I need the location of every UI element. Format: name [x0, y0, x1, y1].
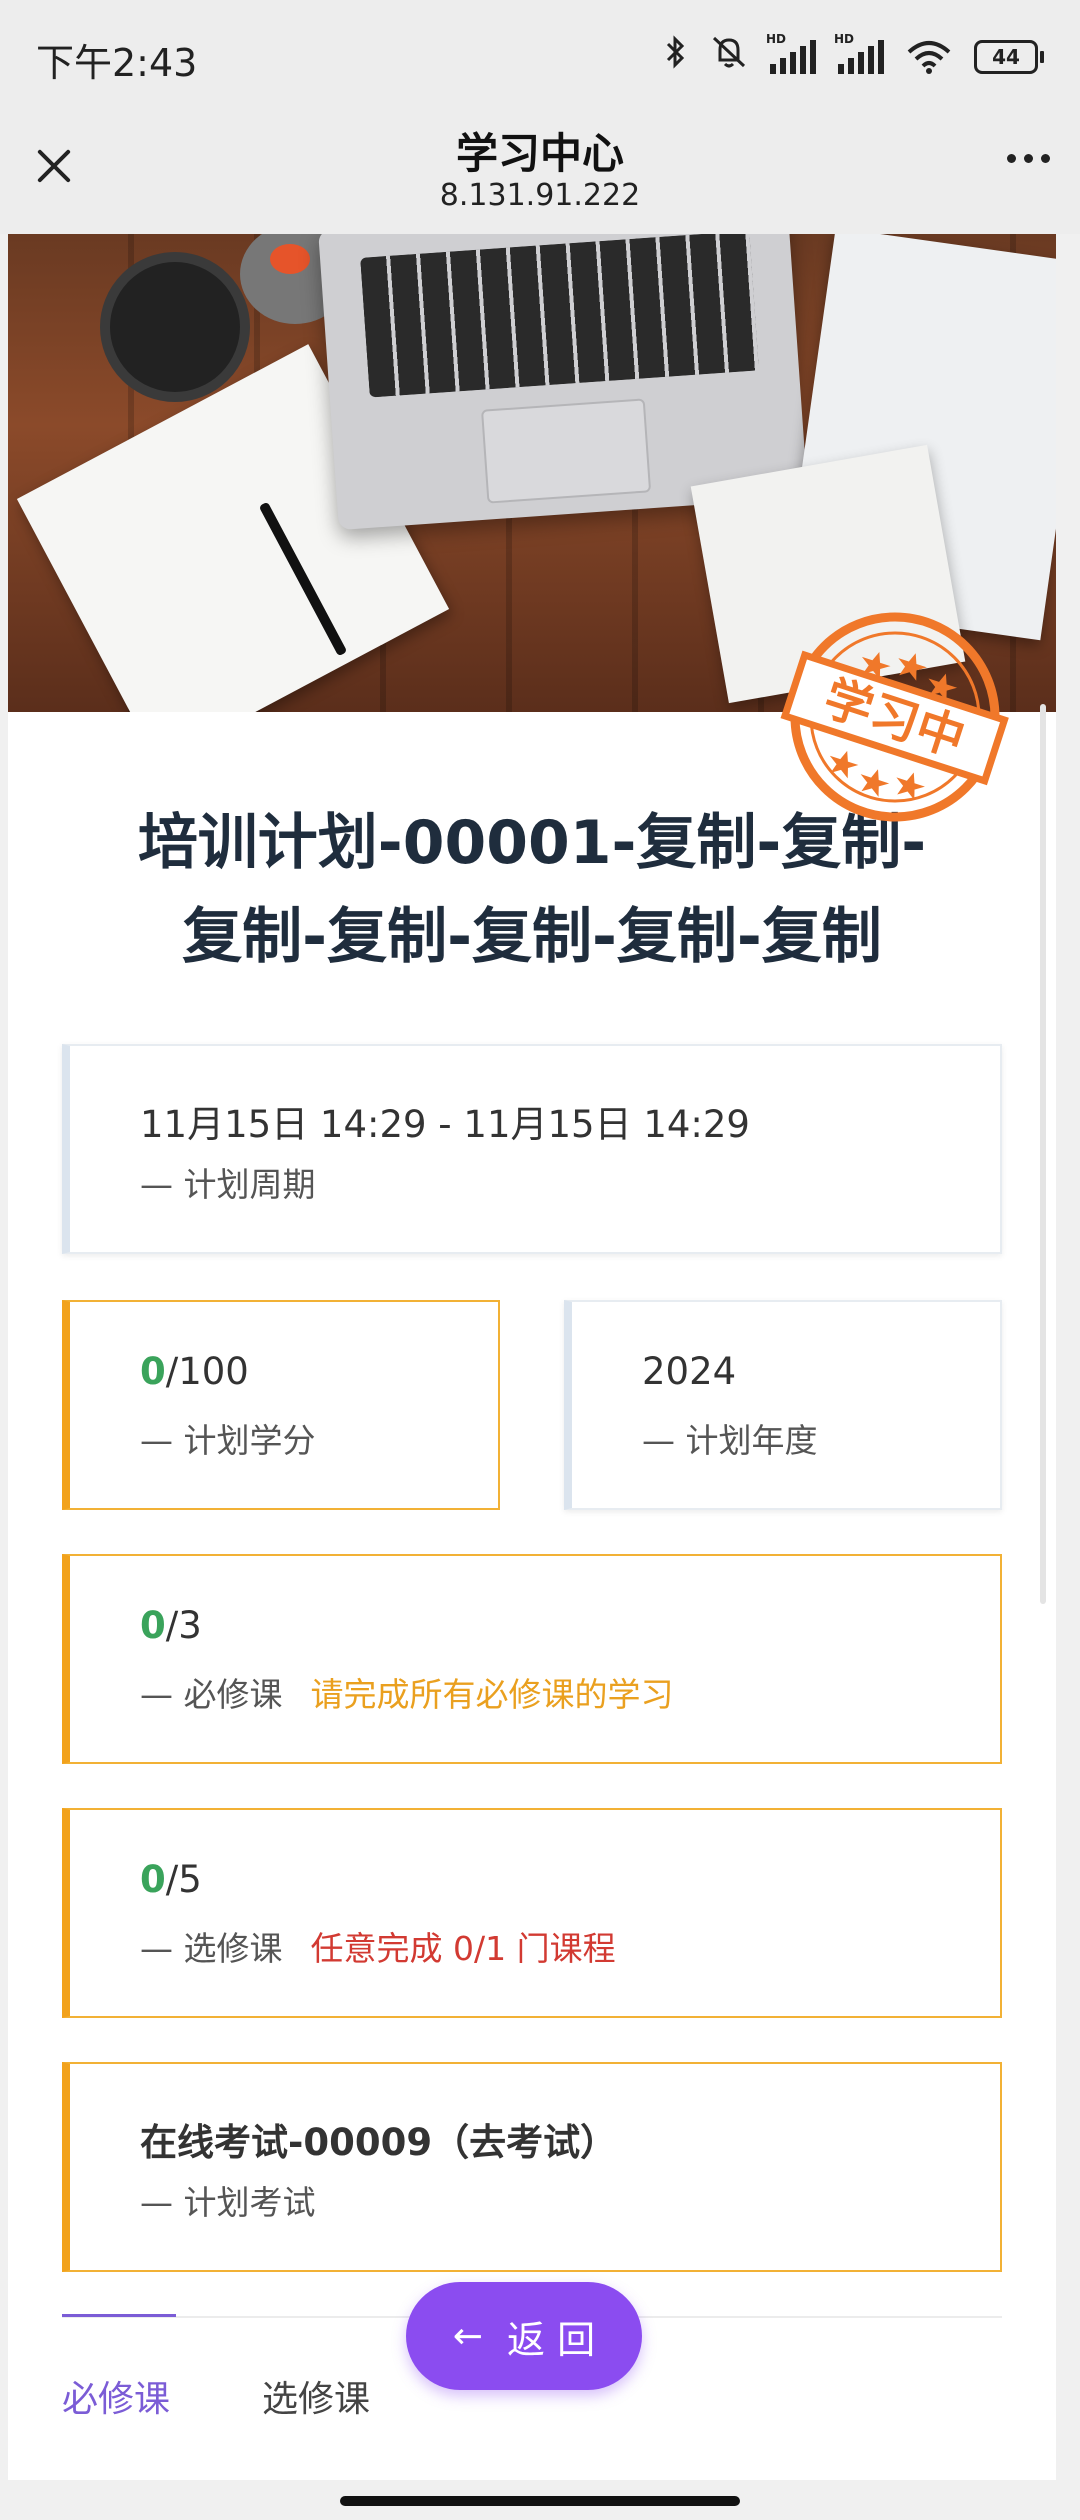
credits-value: 0/100 — [140, 1350, 249, 1393]
exam-label: — 计划考试 — [140, 2183, 316, 2222]
credits-card: 0/100 — 计划学分 — [62, 1300, 500, 1510]
required-courses-card[interactable]: 0/3 — 必修课 请完成所有必修课的学习 — [62, 1554, 1002, 1764]
tab-active-indicator — [62, 2314, 176, 2317]
home-indicator[interactable] — [340, 2496, 740, 2506]
signal-strength-icon: HD — [766, 32, 816, 74]
status-time: 下午2:43 — [36, 41, 198, 85]
elective-label-row: — 选修课 任意完成 0/1 门课程 — [140, 1922, 616, 1970]
status-icons: HD HD 44 — [664, 32, 1044, 79]
elective-total: /5 — [165, 1858, 202, 1901]
elective-hint: 任意完成 0/1 门课程 — [310, 1929, 616, 1968]
year-label: — 计划年度 — [642, 1421, 818, 1460]
status-stamp: 学习中 — [780, 612, 1009, 822]
exam-link[interactable]: 在线考试-00009（去考试） — [140, 2112, 617, 2166]
credits-earned: 0 — [140, 1350, 166, 1393]
elective-done: 0 — [140, 1858, 166, 1901]
period-card: 11月15日 14:29 - 11月15日 14:29 — 计划周期 — [62, 1044, 1002, 1254]
period-label: — 计划周期 — [140, 1165, 316, 1204]
required-done: 0 — [140, 1604, 166, 1647]
credits-total: /100 — [165, 1350, 249, 1393]
tab-elective[interactable]: 选修课 — [262, 2370, 370, 2422]
status-bar: 下午2:43 HD HD 44 — [0, 0, 1080, 108]
required-label-row: — 必修课 请完成所有必修课的学习 — [140, 1668, 674, 1716]
credits-label: — 计划学分 — [140, 1421, 316, 1460]
signal-strength-icon-2: HD — [834, 32, 884, 74]
year-card: 2024 — 计划年度 — [564, 1300, 1002, 1510]
year-value: 2024 — [642, 1350, 737, 1393]
period-value: 11月15日 14:29 - 11月15日 14:29 — [140, 1103, 750, 1146]
page-title: 学习中心 — [455, 129, 624, 178]
battery-icon: 44 — [974, 39, 1044, 74]
back-button[interactable]: ← 返 回 — [406, 2282, 642, 2390]
required-total: /3 — [165, 1604, 202, 1647]
required-progress: 0/3 — [140, 1604, 202, 1647]
battery-level: 44 — [974, 39, 1038, 74]
bluetooth-icon — [664, 34, 688, 79]
arrow-left-icon: ← — [452, 2315, 484, 2357]
plan-title-line2: 复制-复制-复制-复制-复制 — [182, 902, 882, 972]
tab-required[interactable]: 必修课 — [62, 2370, 170, 2422]
exam-card: 在线考试-00009（去考试） — 计划考试 — [62, 2062, 1002, 2272]
wifi-icon — [906, 40, 952, 74]
more-options-button[interactable] — [1007, 154, 1050, 163]
page-subtitle: 8.131.91.222 — [439, 178, 641, 213]
scrollbar[interactable] — [1040, 704, 1046, 1604]
main-content: 学习中 培训计划-00001-复制-复制- 复制-复制-复制-复制-复制 11月… — [8, 234, 1056, 2480]
mug-decor — [100, 252, 250, 402]
back-button-label: 返 回 — [507, 2317, 596, 2362]
hd-label: HD — [766, 31, 787, 46]
mute-bell-icon — [710, 34, 748, 79]
hd-label-2: HD — [834, 31, 855, 46]
title-bar: 学习中心 8.131.91.222 — [0, 108, 1080, 234]
required-label: — 必修课 — [140, 1675, 283, 1714]
elective-label: — 选修课 — [140, 1929, 283, 1968]
elective-progress: 0/5 — [140, 1858, 202, 1901]
elective-courses-card[interactable]: 0/5 — 选修课 任意完成 0/1 门课程 — [62, 1808, 1002, 2018]
required-hint: 请完成所有必修课的学习 — [310, 1675, 674, 1714]
